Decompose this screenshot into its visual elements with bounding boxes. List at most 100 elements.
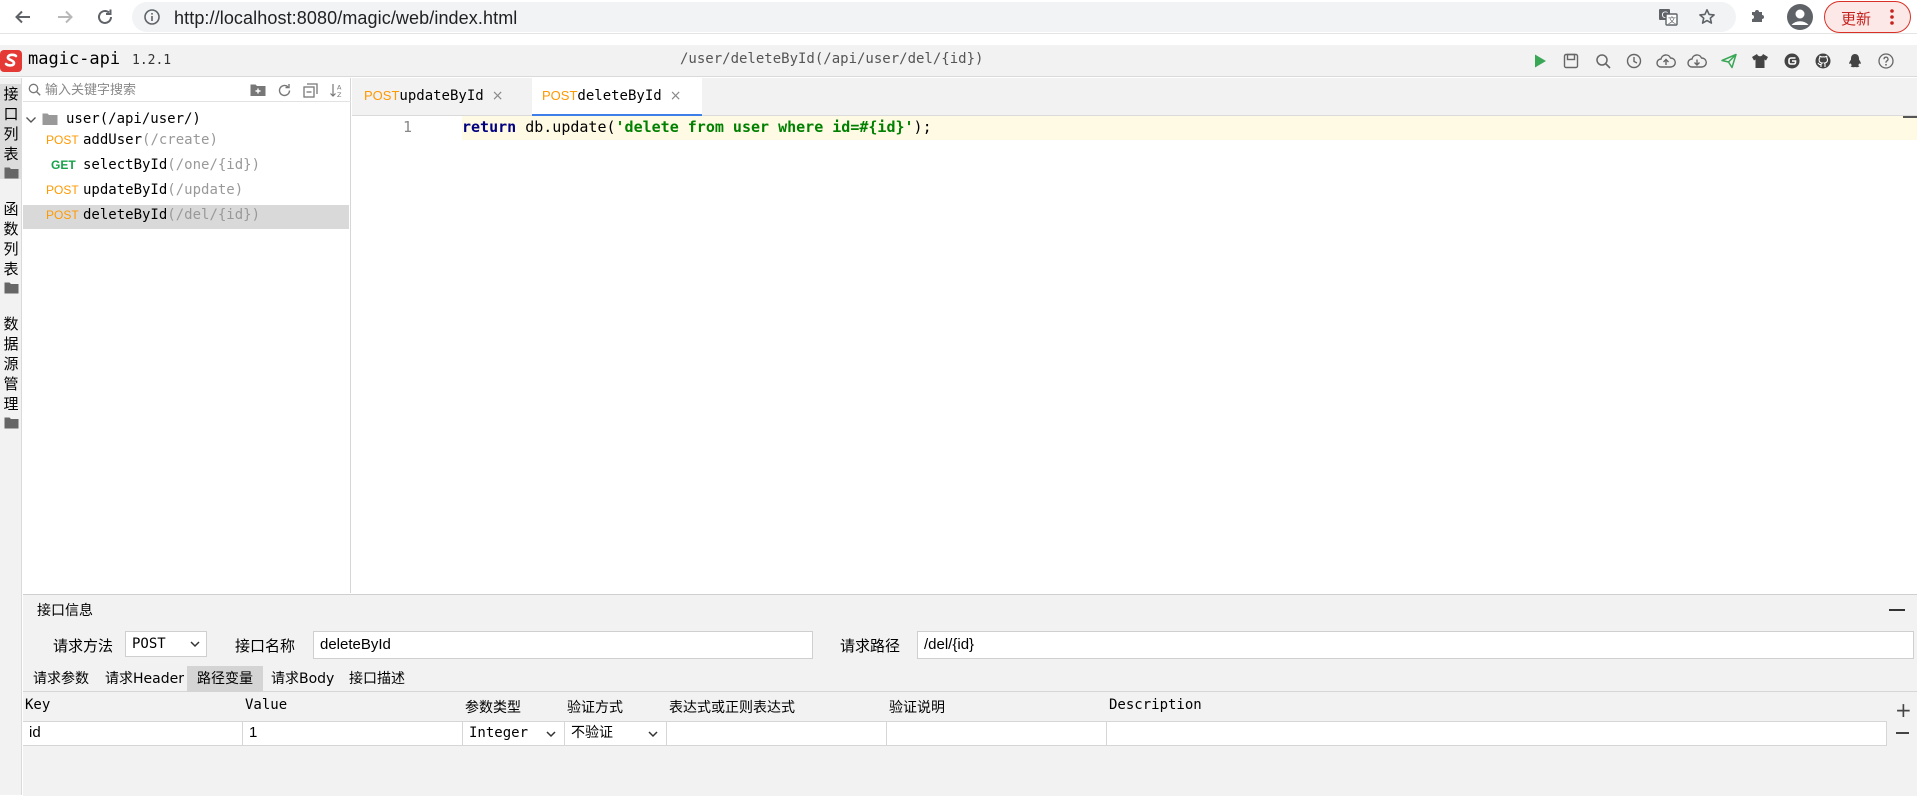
refresh-icon[interactable] — [271, 81, 297, 99]
tree-item-updatebyid[interactable]: POST updateById(/update) — [23, 180, 349, 204]
history-icon[interactable] — [1619, 49, 1651, 73]
collapse-all-icon[interactable] — [297, 81, 323, 99]
code-end: ); — [913, 118, 932, 136]
column-header: 验证说明 — [889, 700, 945, 716]
chevron-down-icon[interactable] — [25, 115, 37, 125]
tab-datasource-char: 据 — [3, 335, 19, 353]
folder-icon — [42, 112, 58, 126]
method-select-value: POST — [132, 636, 166, 652]
method-badge: POST — [542, 88, 578, 103]
app-name: magic-api — [28, 49, 121, 69]
key-cell[interactable]: id — [23, 722, 243, 745]
add-row-icon[interactable]: + — [1895, 698, 1912, 722]
path-label: 请求路径 — [840, 637, 901, 655]
address-bar[interactable]: http://localhost:8080/magic/web/index.ht… — [132, 2, 1736, 32]
api-name-input[interactable]: deleteById — [313, 631, 813, 659]
tab-path-variables[interactable]: 路径变量 — [187, 666, 263, 692]
code-editor[interactable]: 1 return db.update('delete from user whe… — [352, 116, 1917, 593]
validation-desc-cell[interactable] — [887, 722, 1107, 745]
update-label: 更新 — [1841, 10, 1872, 28]
tab-request-header[interactable]: 请求Header — [95, 666, 194, 692]
help-icon[interactable] — [1871, 49, 1903, 73]
new-folder-icon[interactable] — [245, 81, 271, 99]
search-icon — [28, 83, 41, 96]
type-select[interactable]: Integer — [463, 722, 565, 745]
value-cell[interactable]: 1 — [243, 722, 463, 745]
column-header: Key — [25, 697, 51, 713]
extensions-puzzle-icon[interactable] — [1748, 6, 1768, 26]
sort-icon[interactable]: AZ — [323, 81, 349, 99]
search-icon[interactable] — [1587, 49, 1619, 73]
line-number: 1 — [402, 118, 412, 136]
api-info-panel: 接口信息 请求方法 POST 接口名称 deleteById 请求路径 /del… — [23, 594, 1917, 796]
tab-datasource-manage[interactable]: 数 据 源 管 理 — [0, 314, 22, 429]
tab-function-list[interactable]: 函 数 列 表 — [0, 199, 22, 294]
api-path-input[interactable]: /del/{id} — [917, 631, 1914, 659]
validation-select-value: 不验证 — [571, 725, 613, 741]
bookmark-star-icon[interactable] — [1698, 8, 1716, 26]
folder-icon — [4, 166, 19, 179]
save-icon[interactable] — [1556, 49, 1588, 73]
url-text[interactable]: http://localhost:8080/magic/web/index.ht… — [174, 8, 517, 29]
tree-toolbar: AZ — [245, 81, 349, 99]
column-header: 验证方式 — [567, 700, 623, 716]
description-cell[interactable] — [1107, 722, 1887, 745]
api-tree-panel: AZ user(/api/user/) POST addUser(/create… — [23, 78, 351, 593]
tab-api-list-char: 表 — [3, 145, 19, 163]
scrollbar-marker[interactable] — [1903, 116, 1917, 118]
tab-request-params[interactable]: 请求参数 — [23, 666, 99, 692]
tab-function-list-char: 列 — [3, 240, 19, 258]
api-name: deleteById — [83, 207, 168, 223]
tab-datasource-char: 源 — [3, 355, 19, 373]
browser-toolbar: http://localhost:8080/magic/web/index.ht… — [0, 0, 1917, 34]
api-name: selectById — [83, 157, 168, 173]
validation-select[interactable]: 不验证 — [565, 722, 667, 745]
svg-text:文: 文 — [1668, 15, 1676, 25]
profile-avatar-icon[interactable] — [1786, 3, 1814, 31]
api-form-row: 请求方法 POST 接口名称 deleteById 请求路径 /del/{id} — [23, 628, 1917, 660]
back-arrow-icon[interactable] — [11, 5, 35, 29]
more-vert-icon — [1889, 8, 1895, 26]
name-label: 接口名称 — [235, 637, 296, 655]
site-info-icon[interactable] — [144, 9, 160, 25]
gitee-icon[interactable] — [1776, 49, 1808, 73]
upload-icon[interactable] — [1650, 49, 1682, 73]
tab-function-list-char: 表 — [3, 260, 19, 278]
translate-icon[interactable]: G文 — [1658, 8, 1678, 26]
tree-item-label: updateById(/update) — [83, 178, 243, 202]
remove-row-icon[interactable] — [1896, 732, 1909, 734]
run-icon[interactable] — [1524, 49, 1556, 73]
tab-datasource-char: 数 — [3, 315, 19, 333]
tab-api-list-char: 接 — [3, 85, 19, 103]
tab-updatebyid[interactable]: POSTupdateById × — [364, 78, 524, 116]
reload-icon[interactable] — [93, 5, 117, 29]
code-line[interactable]: return db.update('delete from user where… — [462, 118, 932, 136]
qq-icon[interactable] — [1839, 49, 1871, 73]
svg-text:Z: Z — [337, 91, 342, 98]
close-icon[interactable]: × — [670, 78, 682, 114]
request-sub-tabs: 请求参数 请求Header 路径变量 请求Body 接口描述 — [23, 666, 1917, 692]
column-header: Description — [1109, 697, 1202, 713]
github-icon[interactable] — [1808, 49, 1840, 73]
browser-update-button[interactable]: 更新 — [1824, 1, 1911, 33]
forward-arrow-icon[interactable] — [53, 5, 77, 29]
push-icon[interactable] — [1713, 49, 1745, 73]
tab-request-body[interactable]: 请求Body — [261, 666, 344, 692]
minimize-icon[interactable] — [1889, 609, 1905, 611]
tab-api-list[interactable]: 接 口 列 表 — [0, 84, 22, 179]
tree-item-selectbyid[interactable]: GET selectById(/one/{id}) — [23, 155, 349, 179]
tree-search-input[interactable] — [45, 80, 255, 100]
tab-deletebyid[interactable]: POSTdeleteById × — [532, 78, 702, 116]
path-variable-grid: Key Value 参数类型 验证方式 表达式或正则表达式 验证说明 Descr… — [23, 692, 1887, 796]
expression-cell[interactable] — [667, 722, 887, 745]
download-icon[interactable] — [1682, 49, 1714, 73]
tree-item-deletebyid[interactable]: POST deleteById(/del/{id}) — [23, 205, 349, 229]
close-icon[interactable]: × — [492, 78, 504, 114]
group-name: user — [66, 111, 100, 127]
tree-item-adduser[interactable]: POST addUser(/create) — [23, 130, 349, 154]
api-path: (/update) — [167, 182, 244, 198]
tab-api-description[interactable]: 接口描述 — [339, 666, 415, 692]
chevron-down-icon — [546, 730, 556, 738]
method-select[interactable]: POST — [125, 631, 207, 657]
skin-icon[interactable] — [1745, 49, 1777, 73]
